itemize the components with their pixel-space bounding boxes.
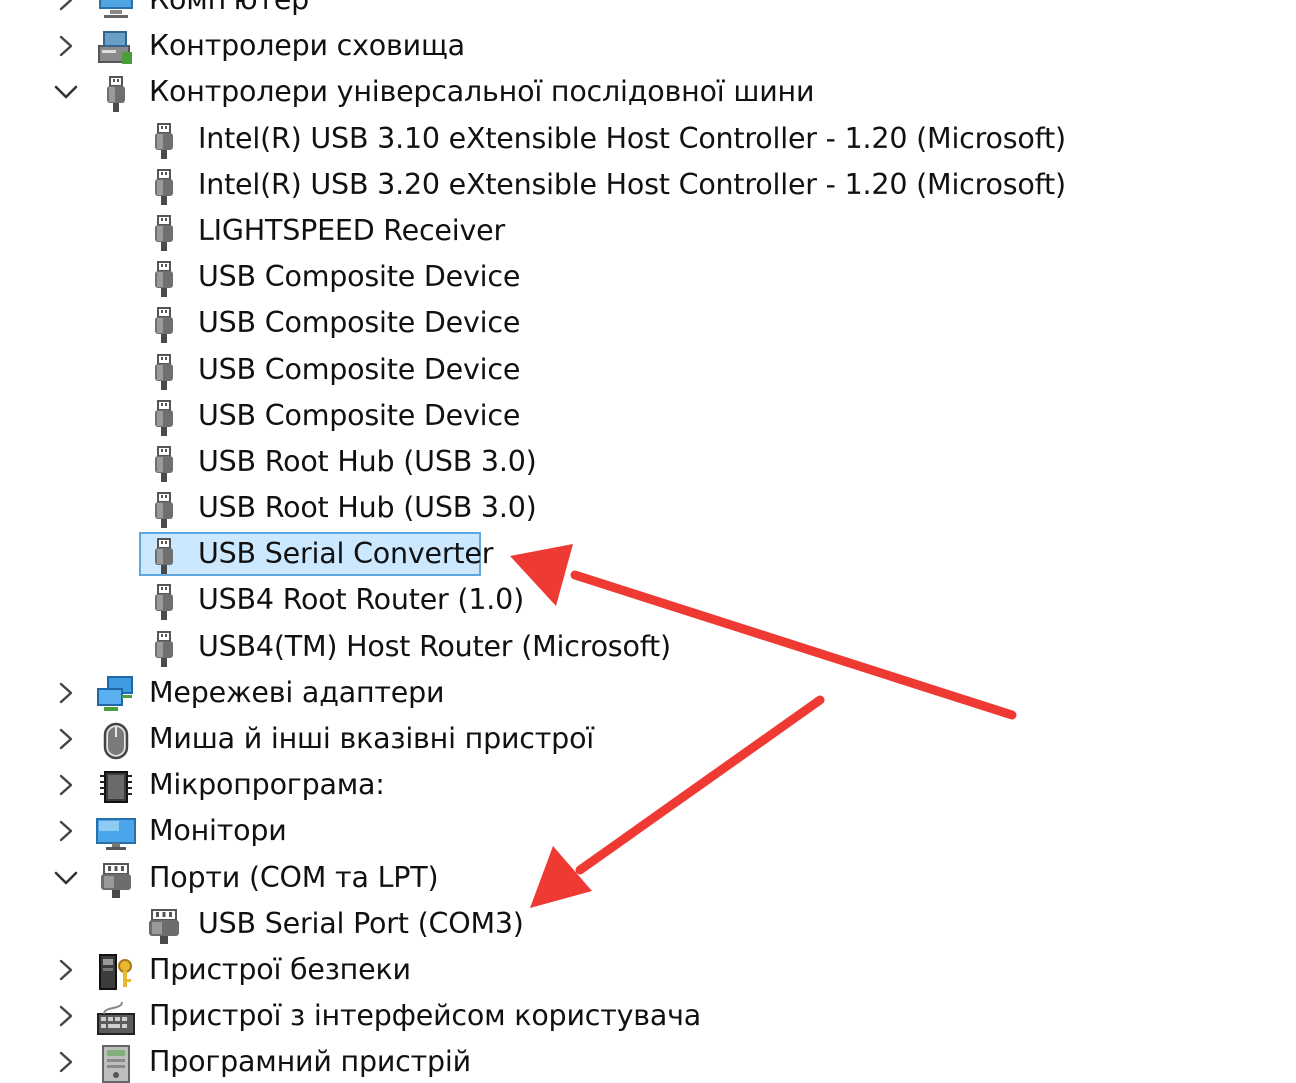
hid-keyboard-icon	[96, 998, 136, 1038]
port-icon	[96, 860, 136, 900]
chevron-right-icon[interactable]	[50, 769, 82, 801]
tree-item[interactable]: USB Composite Device	[0, 254, 1296, 300]
tree-item-label: Комп'ютер	[149, 0, 309, 19]
tree-item[interactable]: USB4(TM) Host Router (Microsoft)	[0, 624, 1296, 670]
tree-category[interactable]: Миша й інші вказівні пристрої	[0, 716, 1296, 762]
usb-plug-icon	[144, 536, 184, 576]
usb-plug-icon	[144, 490, 184, 530]
tree-item-label: Мікропрограма:	[149, 768, 385, 802]
tree-item[interactable]: USB Root Hub (USB 3.0)	[0, 439, 1296, 485]
chevron-right-icon[interactable]	[50, 954, 82, 986]
chevron-right-icon[interactable]	[50, 30, 82, 62]
chevron-right-icon[interactable]	[50, 677, 82, 709]
tree-item-label: USB Root Hub (USB 3.0)	[198, 444, 537, 478]
tree-item-label: Контролери сховища	[149, 29, 465, 63]
usb-plug-icon	[144, 305, 184, 345]
tree-category[interactable]: Мережеві адаптери	[0, 670, 1296, 716]
firmware-chip-icon	[96, 767, 136, 807]
tree-item-selected[interactable]: USB Serial Converter	[0, 531, 1296, 577]
tree-item[interactable]: Intel(R) USB 3.20 eXtensible Host Contro…	[0, 162, 1296, 208]
tree-item-label: USB Composite Device	[198, 398, 521, 432]
usb-plug-icon	[144, 629, 184, 669]
tree-item[interactable]: USB Composite Device	[0, 393, 1296, 439]
software-device-icon	[96, 1044, 136, 1083]
device-tree[interactable]: Комп'ютер Контролери сховища Контролери ун…	[0, 0, 1296, 1083]
chevron-down-icon[interactable]	[50, 862, 82, 894]
tree-item[interactable]: USB Root Hub (USB 3.0)	[0, 485, 1296, 531]
usb-plug-icon	[144, 398, 184, 438]
tree-item-label: Порти (COM та LPT)	[149, 860, 439, 894]
tree-item-label: USB Composite Device	[198, 352, 521, 386]
tree-item-label: Intel(R) USB 3.20 eXtensible Host Contro…	[198, 167, 1066, 201]
tree-item-label: Програмний пристрій	[149, 1045, 471, 1079]
computer-icon	[96, 0, 136, 22]
storage-controller-icon	[96, 28, 136, 68]
tree-item[interactable]: USB Composite Device	[0, 300, 1296, 346]
chevron-right-icon[interactable]	[50, 815, 82, 847]
chevron-right-icon[interactable]	[50, 723, 82, 755]
usb-plug-icon	[96, 74, 136, 114]
usb-plug-icon	[144, 444, 184, 484]
chevron-down-icon[interactable]	[50, 76, 82, 108]
tree-item-label: Intel(R) USB 3.10 eXtensible Host Contro…	[198, 121, 1066, 155]
tree-item-label: USB Composite Device	[198, 260, 521, 294]
mouse-icon	[96, 721, 136, 761]
tree-item-label: USB4(TM) Host Router (Microsoft)	[198, 629, 671, 663]
tree-item-label: Миша й інші вказівні пристрої	[149, 722, 595, 755]
chevron-right-icon[interactable]	[50, 1046, 82, 1078]
usb-plug-icon	[144, 352, 184, 392]
tree-category[interactable]: Мікропрограма:	[0, 762, 1296, 808]
port-icon	[144, 906, 184, 946]
tree-item[interactable]: USB Serial Port (COM3)	[0, 901, 1296, 947]
tree-category[interactable]: Програмний пристрій	[0, 1039, 1296, 1083]
tree-item-label: Контролери універсальної послідовної шин…	[149, 75, 815, 109]
tree-item-label: LIGHTSPEED Receiver	[198, 213, 506, 247]
tree-item[interactable]: LIGHTSPEED Receiver	[0, 208, 1296, 254]
tree-category[interactable]: Контролери сховища	[0, 23, 1296, 69]
tree-item-label: USB Root Hub (USB 3.0)	[198, 491, 537, 525]
tree-item[interactable]: Intel(R) USB 3.10 eXtensible Host Contro…	[0, 116, 1296, 162]
tree-item-label: Пристрої з інтерфейсом користувача	[149, 999, 702, 1033]
tree-category[interactable]: Пристрої з інтерфейсом користувача	[0, 993, 1296, 1039]
tree-item-label: USB Composite Device	[198, 306, 521, 340]
security-device-icon	[96, 952, 136, 992]
tree-item-label: USB Serial Converter	[198, 537, 494, 571]
chevron-right-icon[interactable]	[50, 0, 82, 16]
tree-item[interactable]: USB Composite Device	[0, 347, 1296, 393]
tree-item-label: USB4 Root Router (1.0)	[198, 583, 524, 617]
tree-item-label: USB Serial Port (COM3)	[198, 906, 524, 940]
usb-plug-icon	[144, 582, 184, 622]
tree-item-label: Пристрої безпеки	[149, 952, 411, 986]
usb-plug-icon	[144, 259, 184, 299]
tree-item[interactable]: USB4 Root Router (1.0)	[0, 577, 1296, 623]
chevron-right-icon[interactable]	[50, 1000, 82, 1032]
usb-plug-icon	[144, 121, 184, 161]
tree-category[interactable]: Пристрої безпеки	[0, 947, 1296, 993]
tree-category[interactable]: Контролери універсальної послідовної шин…	[0, 69, 1296, 115]
tree-category[interactable]: Монітори	[0, 808, 1296, 854]
tree-category[interactable]: Комп'ютер	[0, 0, 1296, 23]
usb-plug-icon	[144, 213, 184, 253]
tree-item-label: Мережеві адаптери	[149, 675, 445, 709]
tree-item-label: Монітори	[149, 814, 287, 848]
usb-plug-icon	[144, 167, 184, 207]
network-adapter-icon	[96, 675, 136, 715]
monitor-icon	[96, 813, 136, 853]
tree-category[interactable]: Порти (COM та LPT)	[0, 855, 1296, 901]
